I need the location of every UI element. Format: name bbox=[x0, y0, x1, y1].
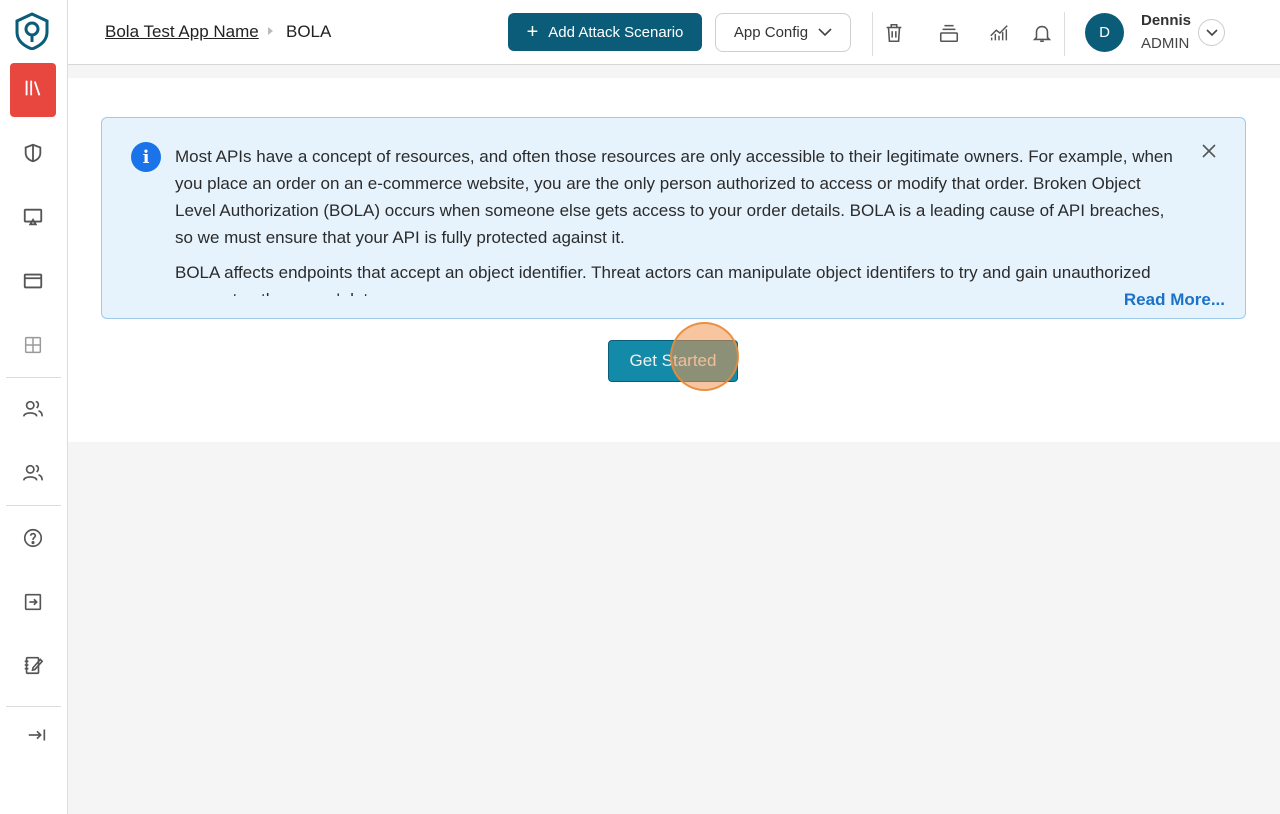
sidebar bbox=[0, 0, 68, 814]
read-more-link[interactable]: Read More... bbox=[1124, 290, 1225, 310]
header-divider bbox=[872, 12, 873, 56]
notebook-edit-icon bbox=[22, 654, 44, 681]
expand-sidebar-icon bbox=[26, 724, 48, 751]
help-icon bbox=[22, 527, 44, 554]
analytics-chart-icon[interactable] bbox=[988, 22, 1010, 44]
browser-window-icon bbox=[22, 270, 44, 297]
info-icon: i bbox=[131, 142, 161, 172]
sidebar-item-dashboard[interactable] bbox=[10, 320, 56, 374]
chevron-down-icon bbox=[818, 24, 832, 41]
sidebar-divider bbox=[6, 377, 61, 378]
grid-icon bbox=[22, 334, 44, 361]
app-config-dropdown[interactable]: App Config bbox=[715, 13, 851, 52]
import-icon bbox=[22, 591, 44, 618]
sidebar-item-help[interactable] bbox=[10, 513, 56, 567]
app-config-label: App Config bbox=[733, 24, 809, 41]
app-logo-icon[interactable] bbox=[14, 12, 50, 51]
sidebar-item-monitor[interactable] bbox=[10, 192, 56, 246]
info-paragraph: BOLA affects endpoints that accept an ob… bbox=[175, 263, 1151, 296]
delete-icon[interactable] bbox=[883, 22, 905, 44]
sidebar-divider bbox=[6, 505, 61, 506]
add-attack-scenario-button[interactable]: + Add Attack Scenario bbox=[508, 13, 702, 51]
chevron-down-icon bbox=[1205, 24, 1218, 42]
breadcrumb-separator-icon bbox=[266, 24, 276, 38]
sidebar-item-team[interactable] bbox=[10, 448, 56, 502]
sidebar-item-import[interactable] bbox=[10, 577, 56, 631]
sidebar-item-apps[interactable] bbox=[10, 256, 56, 310]
user-menu-button[interactable] bbox=[1198, 19, 1225, 46]
sidebar-item-notes[interactable] bbox=[10, 640, 56, 694]
sidebar-item-users[interactable] bbox=[10, 384, 56, 438]
user-name: Dennis bbox=[1141, 12, 1192, 29]
main-panel: i Most APIs have a concept of resources,… bbox=[68, 78, 1280, 442]
bola-info-banner: i Most APIs have a concept of resources,… bbox=[101, 117, 1246, 319]
breadcrumb-current: BOLA bbox=[286, 22, 332, 41]
top-header: Bola Test App Name BOLA + Add Attack Sce… bbox=[68, 0, 1280, 65]
breadcrumb-app-link[interactable]: Bola Test App Name bbox=[105, 22, 259, 42]
sidebar-item-library[interactable] bbox=[10, 63, 56, 117]
add-attack-scenario-label: Add Attack Scenario bbox=[548, 23, 684, 41]
user-avatar[interactable]: D bbox=[1085, 13, 1124, 52]
monitor-icon bbox=[22, 206, 44, 233]
info-paragraph: Most APIs have a concept of resources, a… bbox=[175, 147, 1173, 247]
user-role: ADMIN bbox=[1141, 35, 1190, 52]
close-icon[interactable] bbox=[1199, 141, 1219, 161]
plus-icon: + bbox=[526, 21, 539, 43]
team-icon bbox=[22, 462, 44, 489]
library-icon bbox=[22, 77, 44, 104]
users-icon bbox=[22, 398, 44, 425]
get-started-button[interactable]: Get Started bbox=[608, 340, 738, 382]
shield-icon bbox=[22, 142, 44, 169]
sidebar-divider bbox=[6, 706, 61, 707]
sidebar-item-security[interactable] bbox=[10, 128, 56, 182]
sidebar-expand-button[interactable] bbox=[14, 710, 60, 764]
stack-icon[interactable] bbox=[938, 22, 960, 44]
info-text: Most APIs have a concept of resources, a… bbox=[175, 143, 1185, 296]
header-divider bbox=[1064, 12, 1065, 56]
notification-bell-icon[interactable] bbox=[1031, 22, 1053, 44]
